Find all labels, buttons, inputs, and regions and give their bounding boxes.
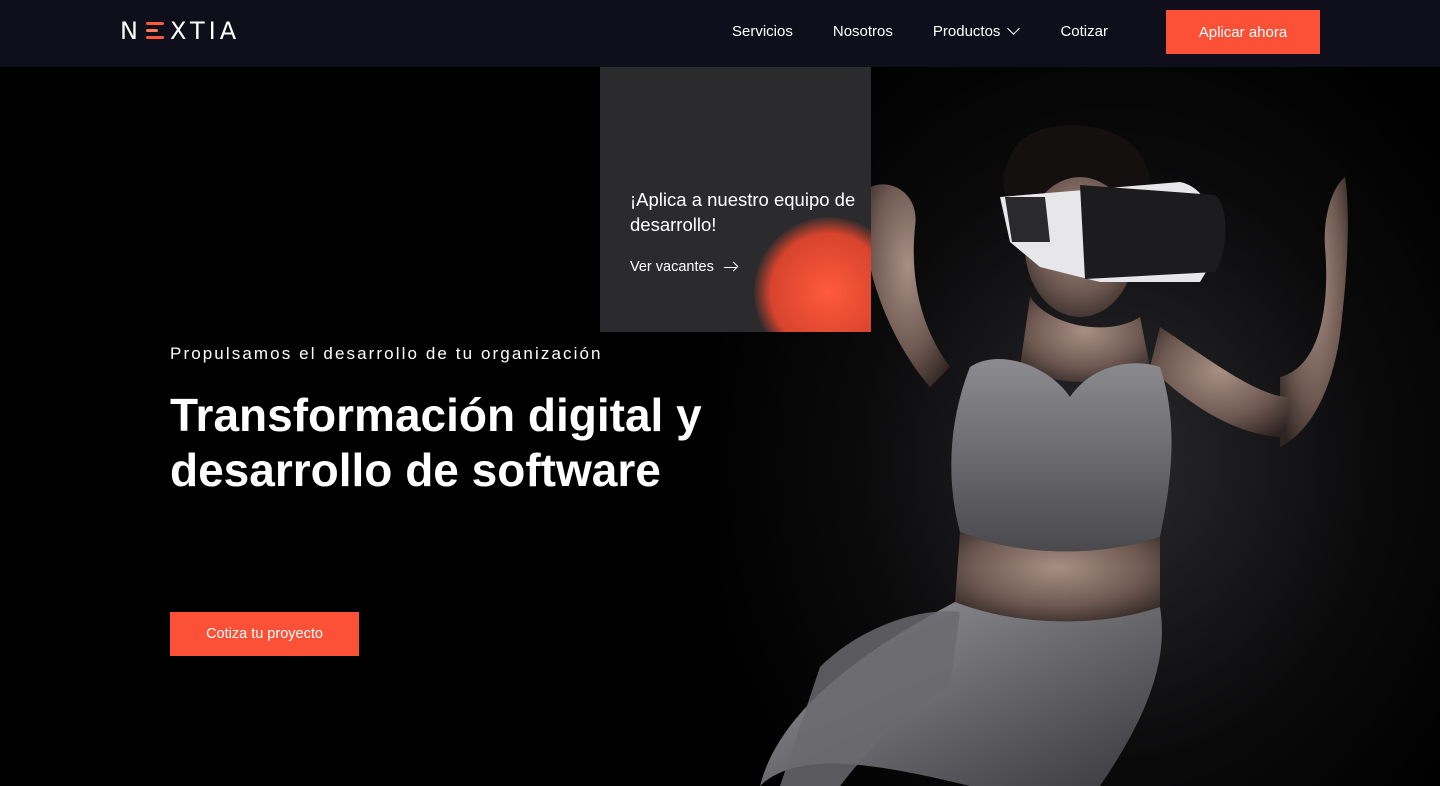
main-nav: Servicios Nosotros Productos Cotizar xyxy=(732,0,1148,62)
quote-project-button[interactable]: Cotiza tu proyecto xyxy=(170,612,359,656)
nextia-logo[interactable]: N XTIA xyxy=(120,16,240,46)
view-vacancies-link[interactable]: Ver vacantes xyxy=(630,259,738,275)
chevron-down-icon xyxy=(1007,22,1021,35)
view-vacancies-label: Ver vacantes xyxy=(630,259,714,275)
careers-promo-card: ¡Aplica a nuestro equipo de desarrollo! … xyxy=(600,67,871,332)
arrow-right-icon xyxy=(723,262,738,272)
nav-link-productos[interactable]: Productos xyxy=(932,22,1021,40)
logo-e-mark-icon xyxy=(145,21,166,41)
apply-now-button[interactable]: Aplicar ahora xyxy=(1166,10,1320,54)
navbar: N XTIA Servicios Nosotros Productos Coti… xyxy=(0,0,1440,67)
nav-link-productos-label: Productos xyxy=(932,22,1001,40)
hero-headline: Transformación digital y desarrollo de s… xyxy=(170,389,702,496)
promo-title: ¡Aplica a nuestro equipo de desarrollo! xyxy=(630,189,856,235)
hero-tagline: Propulsamos el desarrollo de tu organiza… xyxy=(170,344,603,363)
nav-link-servicios[interactable]: Servicios xyxy=(732,23,793,40)
nav-link-nosotros[interactable]: Nosotros xyxy=(833,23,893,40)
nav-link-cotizar[interactable]: Cotizar xyxy=(1060,23,1108,40)
